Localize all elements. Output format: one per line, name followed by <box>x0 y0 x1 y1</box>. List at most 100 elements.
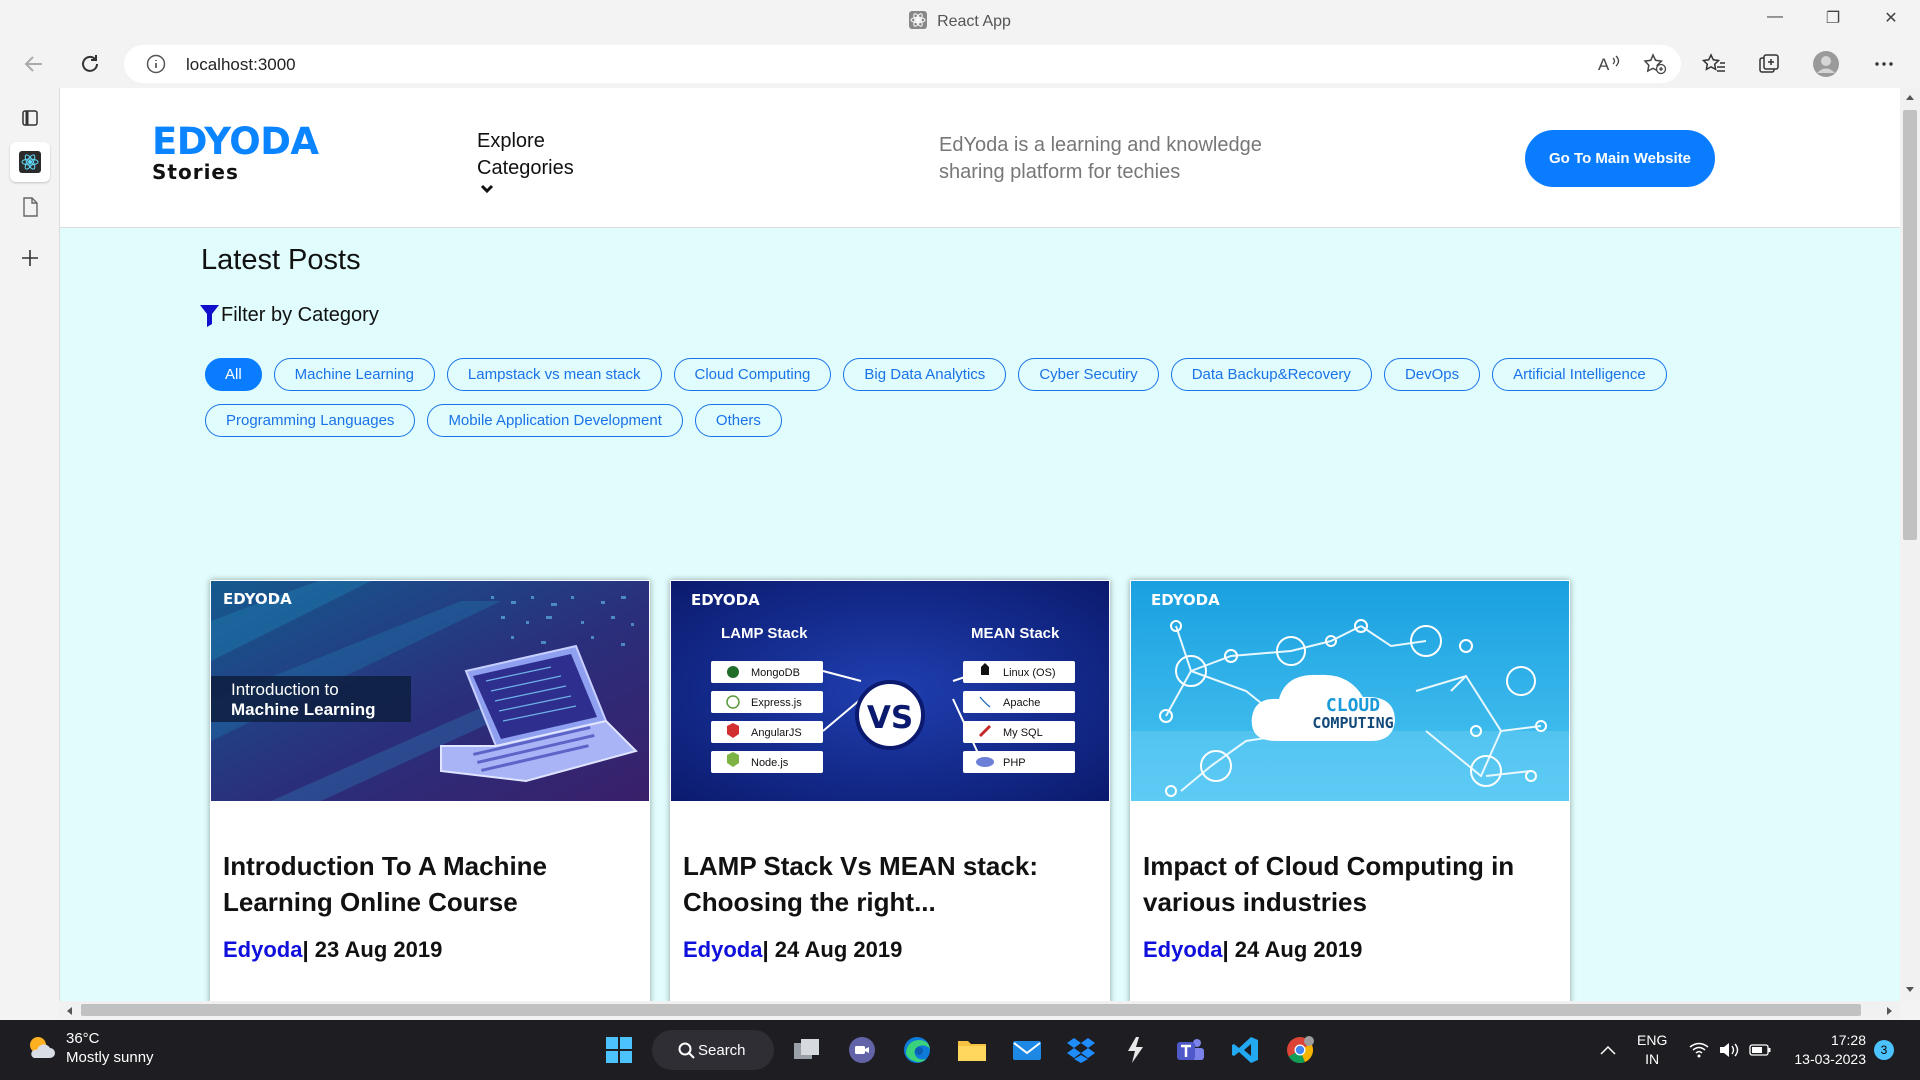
category-pill[interactable]: Cloud Computing <box>673 358 832 391</box>
mean-item: PHP <box>1003 757 1026 769</box>
favorites-icon <box>1702 53 1725 72</box>
taskbar: 36°C Mostly sunny Search ENG IN 17:28 13… <box>0 1020 1920 1080</box>
read-aloud-icon[interactable]: A <box>1596 52 1622 76</box>
category-pill[interactable]: Artificial Intelligence <box>1492 358 1667 391</box>
vertical-scroll-thumb[interactable] <box>1903 110 1917 540</box>
url-text[interactable]: localhost:3000 <box>186 55 296 75</box>
mail-button[interactable] <box>1008 1031 1046 1069</box>
thumbnail-line1: Introduction to <box>231 680 339 699</box>
post-thumbnail[interactable]: EDYODA Introduction to Machine Learning <box>211 581 649 801</box>
post-thumbnail[interactable]: EDYODA LAMP Stack MEAN Stack MongoDB Exp <box>671 581 1109 801</box>
site-logo[interactable]: EDYODA Stories <box>152 120 319 184</box>
chrome-button[interactable] <box>1281 1031 1319 1069</box>
horizontal-scroll-thumb[interactable] <box>81 1004 1861 1016</box>
post-author[interactable]: Edyoda <box>223 937 302 962</box>
vertical-scrollbar[interactable] <box>1900 88 1920 1001</box>
back-button[interactable] <box>16 46 52 82</box>
post-card[interactable]: EDYODA Introduction to Machine Learning … <box>210 580 650 1001</box>
new-tab-button[interactable] <box>10 238 50 278</box>
tab-actions-button[interactable] <box>10 98 50 138</box>
address-bar[interactable]: localhost:3000 A <box>124 45 1681 83</box>
scroll-left-icon[interactable] <box>65 1006 73 1016</box>
close-button[interactable]: ✕ <box>1876 8 1906 32</box>
thumbnail-logo: EDYODA <box>223 590 292 608</box>
teams-button[interactable] <box>1171 1031 1209 1069</box>
category-pill[interactable]: Programming Languages <box>205 404 416 437</box>
vscode-button[interactable] <box>1226 1031 1264 1069</box>
category-pill[interactable]: Machine Learning <box>273 358 435 391</box>
post-author[interactable]: Edyoda <box>683 937 762 962</box>
favorites-button[interactable] <box>1696 46 1732 82</box>
lamp-item: MongoDB <box>751 667 800 679</box>
scroll-down-icon[interactable] <box>1905 986 1915 994</box>
filter-label: Filter by Category <box>221 304 379 326</box>
back-arrow-icon <box>24 56 42 72</box>
post-card[interactable]: EDYODA LAMP Stack MEAN Stack MongoDB Exp <box>670 580 1110 1001</box>
scroll-up-icon[interactable] <box>1905 93 1915 101</box>
chevron-up-icon[interactable] <box>1600 1045 1616 1055</box>
system-tray <box>1600 1020 1616 1080</box>
mean-item: My SQL <box>1003 727 1043 739</box>
category-pill[interactable]: Lampstack vs mean stack <box>446 358 662 391</box>
thumbnail-line2: Machine Learning <box>231 700 376 719</box>
post-author[interactable]: Edyoda <box>1143 937 1222 962</box>
title-bar: React App — ❐ ✕ <box>0 0 1920 40</box>
horizontal-scrollbar[interactable] <box>59 1001 1900 1019</box>
scroll-right-icon[interactable] <box>1886 1006 1894 1016</box>
category-pill[interactable]: Cyber Secutiry <box>1018 358 1159 391</box>
language-code: ENG <box>1637 1032 1668 1048</box>
post-title[interactable]: Introduction To A Machine Learning Onlin… <box>223 848 633 920</box>
app-button[interactable] <box>1116 1031 1154 1069</box>
language-indicator[interactable]: ENG IN <box>1637 1031 1667 1069</box>
start-button[interactable] <box>600 1031 638 1069</box>
minimize-button[interactable]: — <box>1760 8 1790 32</box>
category-pill[interactable]: Big Data Analytics <box>843 358 1007 391</box>
window-title: React App <box>0 11 1920 31</box>
go-to-main-website-button[interactable]: Go To Main Website <box>1525 130 1715 187</box>
chat-app-button[interactable] <box>843 1031 881 1069</box>
lamp-item: Node.js <box>751 757 789 769</box>
weather-widget[interactable]: 36°C Mostly sunny <box>24 1029 154 1067</box>
add-favorite-icon[interactable] <box>1642 52 1668 76</box>
profile-button[interactable] <box>1808 46 1844 82</box>
mean-item: Linux (OS) <box>1003 667 1056 679</box>
region-code: IN <box>1645 1051 1660 1067</box>
category-pill[interactable]: Mobile Application Development <box>427 404 683 437</box>
svg-text:A: A <box>1598 55 1610 74</box>
mean-item: Apache <box>1003 697 1040 709</box>
refresh-button[interactable] <box>72 46 108 82</box>
react-icon <box>19 151 41 173</box>
status-icons[interactable] <box>1689 1020 1771 1080</box>
dropbox-button[interactable] <box>1062 1031 1100 1069</box>
file-explorer-button[interactable] <box>953 1031 991 1069</box>
clock-time: 17:28 <box>1830 1032 1866 1048</box>
explore-categories-dropdown[interactable]: Explore Categories <box>477 128 587 194</box>
clock[interactable]: 17:28 13-03-2023 <box>1790 1031 1866 1069</box>
category-pill[interactable]: All <box>205 358 262 391</box>
windows-icon <box>606 1037 632 1063</box>
category-pill[interactable]: DevOps <box>1383 358 1481 391</box>
search-label: Search <box>698 1041 746 1059</box>
category-pill[interactable]: Others <box>694 404 782 437</box>
vertical-tabs <box>0 88 58 1018</box>
post-title[interactable]: Impact of Cloud Computing in various ind… <box>1143 848 1553 920</box>
notification-badge[interactable]: 3 <box>1874 1040 1894 1060</box>
post-title[interactable]: LAMP Stack Vs MEAN stack: Choosing the r… <box>683 848 1093 920</box>
info-icon[interactable] <box>146 54 166 74</box>
avatar-icon <box>1813 51 1839 77</box>
filter-icon <box>200 304 219 327</box>
category-row: All Machine Learning Lampstack vs mean sta… <box>205 358 1765 391</box>
thumbnail-logo: EDYODA <box>1151 591 1220 609</box>
more-menu-button[interactable] <box>1866 46 1902 82</box>
post-thumbnail[interactable]: CLOUD COMPUTING EDYODA <box>1131 581 1569 801</box>
tab-react-app[interactable] <box>10 142 50 182</box>
collections-button[interactable] <box>1751 46 1787 82</box>
restore-button[interactable]: ❐ <box>1818 8 1848 32</box>
battery-icon <box>1749 1044 1771 1056</box>
edge-taskbar-button[interactable] <box>898 1031 936 1069</box>
category-pill[interactable]: Data Backup&Recovery <box>1170 358 1372 391</box>
tab-blank-page[interactable] <box>10 187 50 227</box>
task-view-button[interactable] <box>788 1031 826 1069</box>
taskbar-search[interactable]: Search <box>652 1030 774 1070</box>
post-card[interactable]: CLOUD COMPUTING EDYODA Impact of Cloud C… <box>1130 580 1570 1001</box>
